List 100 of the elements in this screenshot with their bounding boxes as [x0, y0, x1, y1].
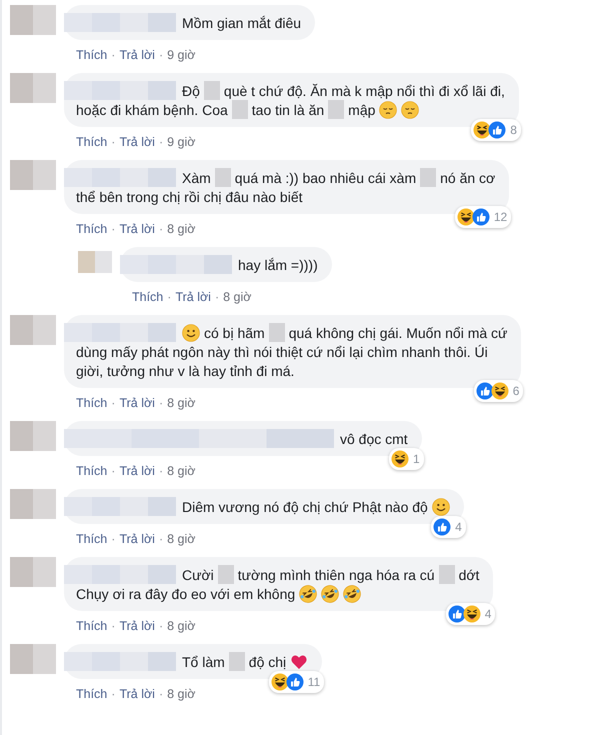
- like-link[interactable]: Thích: [76, 396, 108, 410]
- reply-link[interactable]: Trả lời: [175, 290, 211, 304]
- sad-face-icon: [379, 100, 398, 118]
- separator-dot: ·: [111, 222, 116, 236]
- comment-text: Chụy ơi ra đây đo eo với em không: [76, 584, 296, 602]
- reply-link[interactable]: Trả lời: [119, 532, 155, 546]
- timestamp: 8 giờ: [167, 619, 196, 633]
- reaction-number: 11: [308, 674, 320, 690]
- comment-text: Diêm vương nó độ chị chứ Phật nào độ: [182, 498, 428, 516]
- comment-text: dùng mấy phát ngôn này thì nói thiệt cứ nổi lại chìm nhanh thôi. Úi: [76, 342, 488, 360]
- timestamp: 8 giờ: [167, 222, 196, 236]
- blurred-avatar: [10, 489, 56, 519]
- laughing-face-icon: [343, 584, 362, 602]
- comment-text: Xàm: [182, 168, 211, 186]
- smiley-face-icon: [182, 324, 200, 342]
- timestamp: 9 giờ: [167, 135, 196, 149]
- separator-dot: ·: [214, 290, 220, 304]
- reply-link[interactable]: Trả lời: [119, 135, 155, 149]
- laughing-face-icon: [391, 450, 410, 468]
- blurred-word: [420, 168, 436, 187]
- reaction-number: 8: [510, 122, 517, 138]
- timestamp: 8 giờ: [167, 532, 196, 546]
- blurred-word: [328, 100, 344, 119]
- comment-text: thể bên trong chị rồi chị đâu nào biết: [76, 188, 302, 206]
- thumbs-up-icon: [433, 518, 452, 536]
- separator-dot: ·: [111, 532, 116, 546]
- thumbs-up-icon: [472, 208, 490, 226]
- reaction-number: 6: [512, 383, 520, 399]
- timestamp: 8 giờ: [167, 464, 196, 478]
- blurred-word: [232, 100, 248, 119]
- blurred-word: [268, 323, 285, 342]
- laughing-face-icon: [321, 584, 340, 602]
- like-link[interactable]: Thích: [76, 135, 108, 149]
- separator-dot: ·: [111, 619, 116, 633]
- separator-dot: ·: [158, 135, 164, 149]
- blurred-avatar: [10, 160, 56, 190]
- like-link[interactable]: Thích: [76, 619, 108, 633]
- reaction-number: 12: [494, 209, 508, 225]
- like-link[interactable]: Thích: [76, 532, 108, 546]
- reply-link[interactable]: Trả lời: [119, 619, 155, 633]
- reply-link[interactable]: Trả lời: [119, 222, 155, 236]
- reply-link[interactable]: Trả lời: [119, 48, 155, 62]
- comment-text: què t chứ độ. Ăn mà k mập nổi thì đi xổ lãi đi,: [224, 82, 505, 100]
- laughing-face-icon: [456, 208, 475, 226]
- like-link[interactable]: Thích: [76, 464, 108, 478]
- separator-dot: ·: [158, 396, 164, 410]
- comment-text: Độ: [182, 82, 200, 100]
- separator-dot: ·: [158, 222, 164, 236]
- blurred-avatar: [10, 73, 56, 103]
- comment-text: tao tin là ăn: [252, 100, 324, 118]
- like-link[interactable]: Thích: [132, 290, 164, 304]
- thumbs-up-icon: [448, 605, 466, 623]
- separator-dot: ·: [111, 48, 116, 62]
- blurred-word: [228, 652, 245, 671]
- thumbs-up-icon: [476, 382, 494, 400]
- timestamp: 9 giờ: [167, 48, 196, 62]
- comment-text: vô đọc cmt: [340, 430, 408, 448]
- blurred-avatar: [10, 557, 56, 587]
- separator-dot: ·: [158, 48, 164, 62]
- blurred-avatar: [10, 5, 56, 35]
- reply-link[interactable]: Trả lời: [119, 464, 155, 478]
- timestamp: 8 giờ: [167, 687, 196, 701]
- separator-dot: ·: [158, 619, 164, 633]
- comment-text: hoặc đi khám bệnh. Coa: [76, 100, 228, 118]
- reaction-number: 4: [484, 606, 492, 622]
- blurred-word: [204, 81, 220, 100]
- like-link[interactable]: Thích: [76, 222, 108, 236]
- separator-dot: ·: [111, 687, 116, 701]
- comment-text: nó ăn cơ: [440, 168, 496, 186]
- reaction-number: 1: [413, 451, 420, 467]
- comment-text: có bị hãm: [204, 324, 265, 342]
- thumbs-up-icon: [488, 121, 506, 139]
- comment-text: tường mình thiên nga hóa ra cú: [238, 566, 435, 584]
- comment-text: độ chị: [248, 652, 286, 670]
- thumbs-up-icon: [286, 673, 304, 691]
- timestamp: 8 giờ: [223, 290, 252, 304]
- laughing-face-icon: [462, 605, 481, 623]
- like-link[interactable]: Thích: [76, 48, 108, 62]
- laughing-face-icon: [490, 382, 509, 400]
- separator-dot: ·: [111, 135, 116, 149]
- laughing-face-icon: [473, 121, 492, 139]
- separator-dot: ·: [111, 396, 116, 410]
- blurred-word: [438, 565, 455, 584]
- blurred-avatar: [10, 421, 56, 451]
- comment-text: mập: [348, 100, 376, 118]
- sad-face-icon: [401, 100, 420, 118]
- comment-text: quá mà :)) bao nhiêu cái xàm: [234, 168, 416, 186]
- laughing-face-icon: [299, 584, 318, 602]
- timestamp: 8 giờ: [167, 396, 196, 410]
- like-link[interactable]: Thích: [76, 687, 108, 701]
- comment-text: Mồm gian mắt điêu: [182, 14, 302, 32]
- comment-text: giời, tưởng như v là hay tỉnh đi má.: [76, 362, 294, 380]
- reply-link[interactable]: Trả lời: [119, 687, 155, 701]
- smiley-face-icon: [432, 498, 450, 516]
- separator-dot: ·: [111, 464, 116, 478]
- separator-dot: ·: [158, 687, 164, 701]
- blurred-avatar: [10, 644, 56, 674]
- reply-link[interactable]: Trả lời: [119, 396, 155, 410]
- blurred-word: [214, 168, 231, 187]
- blurred-avatar: [10, 315, 56, 345]
